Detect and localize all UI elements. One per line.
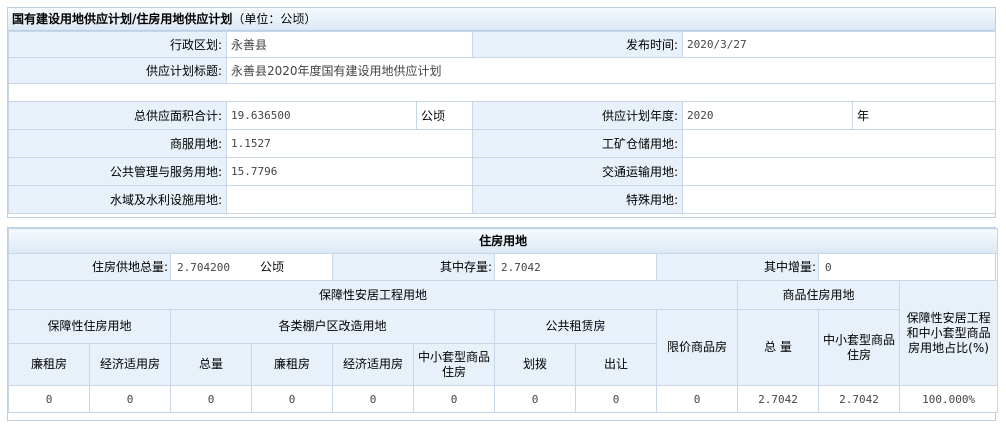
guarantee-project-header: 保障性安居工程用地 bbox=[8, 280, 738, 310]
shanty-total-header: 总量 bbox=[170, 343, 252, 386]
district-label: 行政区划: bbox=[8, 31, 227, 58]
commercial-label: 商服用地: bbox=[8, 129, 227, 158]
low-rent-header: 廉租房 bbox=[8, 343, 90, 386]
special-value bbox=[682, 185, 997, 214]
housing-land-panel: 住房用地 住房供地总量: 2.704200 公顷 其中存量: 2.7042 其中增… bbox=[7, 227, 999, 421]
value-cell: 0 bbox=[170, 385, 252, 413]
plan-info-table: 行政区划: 永善县 发布时间: 2020/3/27 供应计划标题: 永善县202… bbox=[7, 31, 997, 214]
value-cell: 0 bbox=[8, 385, 90, 413]
public-service-label: 公共管理与服务用地: bbox=[8, 157, 227, 186]
water-label: 水域及水利设施用地: bbox=[8, 185, 227, 214]
plan-title-value: 永善县2020年度国有建设用地供应计划 bbox=[225, 57, 997, 84]
industrial-value bbox=[682, 129, 997, 158]
spacer-row bbox=[7, 83, 997, 102]
housing-total-value: 2.704200 bbox=[177, 260, 230, 274]
housing-total-unit: 公顷 bbox=[259, 259, 284, 274]
housing-table: 住房用地 住房供地总量: 2.704200 公顷 其中存量: 2.7042 其中增… bbox=[7, 228, 999, 413]
affordable-header: 经济适用房 bbox=[89, 343, 171, 386]
value-cell: 0 bbox=[332, 385, 414, 413]
plan-year-unit: 年 bbox=[852, 101, 997, 130]
value-cell: 0 bbox=[251, 385, 333, 413]
price-limited-header: 限价商品房 bbox=[656, 309, 738, 386]
com-total-header: 总 量 bbox=[737, 309, 819, 386]
stock-label: 其中存量: bbox=[332, 253, 495, 281]
unit-note: （单位：公顷） bbox=[232, 12, 317, 26]
transport-value bbox=[682, 157, 997, 186]
total-area-unit: 公顷 bbox=[415, 101, 474, 130]
special-label: 特殊用地: bbox=[472, 185, 684, 214]
stock-value: 2.7042 bbox=[494, 253, 657, 281]
pubtime-label: 发布时间: bbox=[472, 31, 684, 58]
com-small-header: 中小套型商品住房 bbox=[818, 309, 900, 386]
shanty-affordable-header: 经济适用房 bbox=[332, 343, 414, 386]
panel-title: 国有建设用地供应计划/住房用地供应计划 bbox=[12, 12, 233, 26]
shanty-small-medium-header: 中小套型商品住房 bbox=[413, 343, 495, 386]
shanty-low-rent-header: 廉租房 bbox=[251, 343, 333, 386]
value-cell: 2.7042 bbox=[818, 385, 900, 413]
plan-year-label: 供应计划年度: bbox=[472, 101, 684, 130]
transfer-header: 出让 bbox=[575, 343, 657, 386]
value-cell: 0 bbox=[89, 385, 171, 413]
housing-total-label: 住房供地总量: bbox=[8, 253, 171, 281]
value-cell: 2.7042 bbox=[737, 385, 819, 413]
public-service-value: 15.7796 bbox=[225, 157, 474, 186]
increment-value: 0 bbox=[817, 253, 999, 281]
plan-year-value: 2020 bbox=[682, 101, 854, 130]
guarantee-housing-header: 保障性住房用地 bbox=[8, 309, 171, 344]
value-cell: 0 bbox=[494, 385, 576, 413]
value-cell: 0 bbox=[413, 385, 495, 413]
housing-title: 住房用地 bbox=[7, 228, 999, 254]
industrial-label: 工矿仓储用地: bbox=[472, 129, 684, 158]
transport-label: 交通运输用地: bbox=[472, 157, 684, 186]
plan-title-label: 供应计划标题: bbox=[8, 57, 227, 84]
pubtime-value: 2020/3/27 bbox=[682, 31, 997, 58]
value-cell: 0 bbox=[656, 385, 738, 413]
increment-label: 其中增量: bbox=[656, 253, 819, 281]
district-value: 永善县 bbox=[225, 31, 474, 58]
land-supply-plan-panel: 国有建设用地供应计划/住房用地供应计划（单位：公顷） 行政区划: 永善县 发布时… bbox=[7, 7, 997, 218]
commercial-value: 1.1527 bbox=[225, 129, 474, 158]
value-cell: 100.000% bbox=[898, 385, 999, 413]
water-value bbox=[225, 185, 474, 214]
total-area-label: 总供应面积合计: bbox=[8, 101, 227, 130]
commercial-housing-header: 商品住房用地 bbox=[737, 280, 900, 310]
total-area-value: 19.636500 bbox=[226, 101, 417, 130]
table-row: 0 0 0 0 0 0 0 0 0 2.7042 2.7042 100.000% bbox=[8, 385, 999, 413]
allocation-header: 划拨 bbox=[494, 343, 576, 386]
ratio-header: 保障性安居工程和中小套型商品房用地占比(%) bbox=[898, 280, 999, 386]
shanty-header: 各类棚户区改造用地 bbox=[170, 309, 495, 344]
public-rental-header: 公共租赁房 bbox=[494, 309, 657, 344]
housing-total-cell: 2.704200 公顷 bbox=[170, 253, 333, 281]
panel-header: 国有建设用地供应计划/住房用地供应计划（单位：公顷） bbox=[8, 8, 995, 31]
value-cell: 0 bbox=[575, 385, 657, 413]
